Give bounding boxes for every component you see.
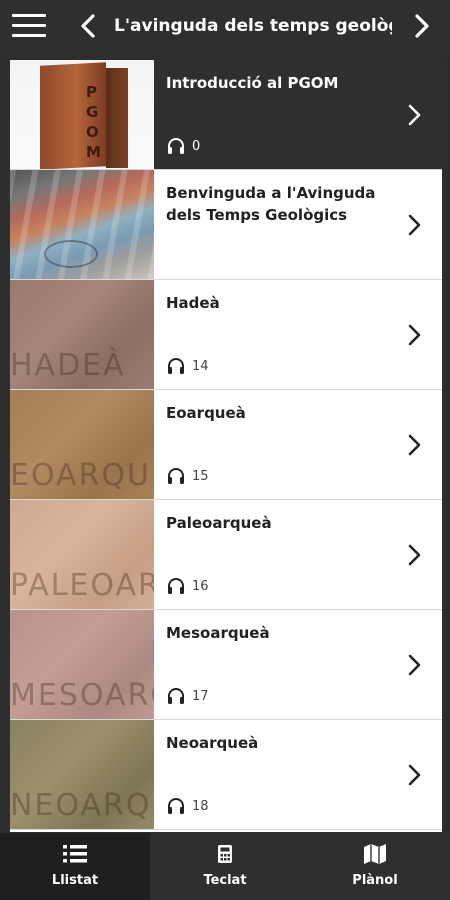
stops-list: P G O M Introducció al PGOM 0 Benvinguda a l'A… [10,60,442,832]
list-icon [63,845,87,863]
track-number: 18 [192,798,209,814]
headphones-icon [168,688,184,704]
top-app-bar: L'avinguda dels temps geològics [0,0,450,52]
headphones-icon [168,468,184,484]
headphones-icon [168,578,184,594]
list-item[interactable]: MESOARQUEÀ Mesoarqueà 17 [10,610,442,720]
chevron-right-icon [408,324,421,346]
chevron-right-icon [408,654,421,676]
list-item-title: Eoarqueà [166,404,246,422]
chevron-right-icon [408,764,421,786]
bottom-tab-bar: Llistat Teclat Plànol [0,833,450,900]
stop-thumbnail: MESOARQUEÀ [10,610,154,719]
thumbnail-engraving: EOARQUEÀ [10,458,154,493]
headphones-icon [168,798,184,814]
tab-label: Teclat [203,873,247,888]
list-item[interactable]: P G O M Introducció al PGOM 0 [10,60,442,170]
stop-thumbnail: HADEÀ [10,280,154,389]
track-number: 17 [192,688,209,704]
thumbnail-engraving: MESOARQUEÀ [10,678,154,713]
track-number: 0 [192,138,201,154]
chevron-right-icon [408,434,421,456]
tab-planol[interactable]: Plànol [300,833,450,900]
tab-label: Plànol [352,873,398,888]
stop-thumbnail: EOARQUEÀ [10,390,154,499]
audio-track: 18 [166,796,209,816]
stop-thumbnail: PALEOARQUEÀ [10,500,154,609]
map-icon [364,844,386,864]
list-item-title: Hadeà [166,294,220,312]
list-item-title: Benvinguda a l'Avinguda dels Temps Geolò… [166,184,376,224]
tab-teclat[interactable]: Teclat [150,833,300,900]
stop-thumbnail: PGOM [10,60,154,169]
tab-llistat[interactable]: Llistat [0,833,150,900]
audio-track: 0 [166,136,200,156]
headphones-icon [168,358,184,374]
track-number: 15 [192,468,209,484]
keypad-icon [218,845,232,863]
audio-track: 17 [166,686,209,706]
previous-arrow-icon[interactable] [74,10,102,42]
page-title: L'avinguda dels temps geològics [114,16,392,36]
thumbnail-engraving: NEOARQUEÀ [10,788,154,823]
thumbnail-engraving: HADEÀ [10,348,126,383]
chevron-right-icon [408,104,421,126]
audio-track: 15 [166,466,209,486]
tab-label: Llistat [51,873,99,888]
list-item[interactable]: EOARQUEÀ Eoarqueà 15 [10,390,442,500]
chevron-right-icon [408,214,421,236]
audio-track: 16 [166,576,209,596]
list-item-title: Mesoarqueà [166,624,270,642]
audio-track: 14 [166,356,209,376]
stop-thumbnail [10,170,154,279]
chevron-right-icon [408,544,421,566]
track-number: 16 [192,578,209,594]
list-item-title: Introducció al PGOM [166,74,339,92]
list-item-title: Paleoarqueà [166,514,272,532]
list-item[interactable]: PALEOARQUEÀ Paleoarqueà 16 [10,500,442,610]
track-number: 14 [192,358,209,374]
stop-thumbnail: NEOARQUEÀ [10,720,154,829]
headphones-icon [168,138,184,154]
thumbnail-engraving: PALEOARQUEÀ [10,568,154,603]
list-item[interactable]: HADEÀ Hadeà 14 [10,280,442,390]
list-item-title: Neoarqueà [166,734,259,752]
hamburger-menu-icon[interactable] [10,10,50,42]
next-arrow-icon[interactable] [408,10,436,42]
list-item[interactable]: NEOARQUEÀ Neoarqueà 18 [10,720,442,830]
list-item[interactable]: Benvinguda a l'Avinguda dels Temps Geolò… [10,170,442,280]
